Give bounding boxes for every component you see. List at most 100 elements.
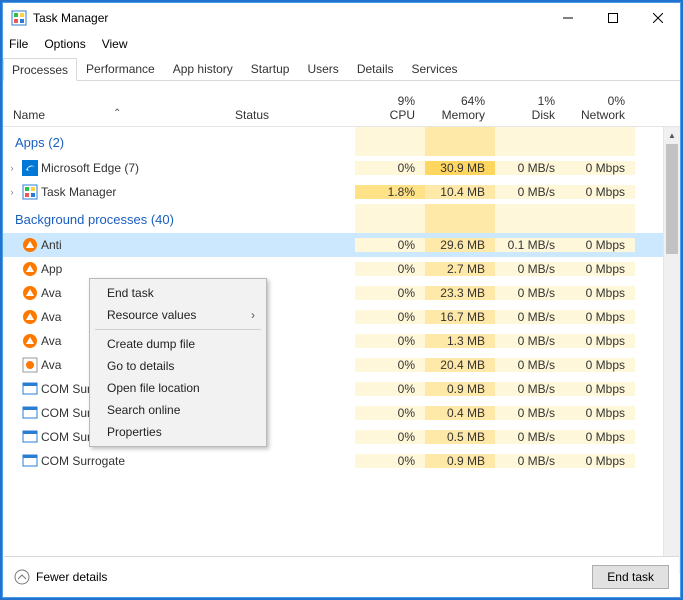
cell-disk: 0 MB/s: [495, 185, 565, 199]
ctx-end-task[interactable]: End task: [93, 282, 263, 304]
header-name[interactable]: ⌃ Name: [3, 108, 235, 122]
tab-services[interactable]: Services: [403, 57, 467, 80]
cell-disk: 0 MB/s: [495, 382, 565, 396]
minimize-button[interactable]: [545, 3, 590, 33]
process-name: App: [39, 262, 355, 276]
process-icon: [21, 285, 39, 301]
menu-file[interactable]: File: [9, 37, 28, 51]
chevron-up-circle-icon: [14, 569, 30, 585]
cell-memory: 16.7 MB: [425, 310, 495, 324]
cell-network: 0 Mbps: [565, 161, 635, 175]
cell-memory: 29.6 MB: [425, 238, 495, 252]
cell-memory: 30.9 MB: [425, 161, 495, 175]
cell-disk: 0 MB/s: [495, 430, 565, 444]
menubar: File Options View: [3, 33, 680, 55]
header-memory[interactable]: 64%Memory: [425, 94, 495, 122]
cell-disk: 0 MB/s: [495, 358, 565, 372]
cell-cpu: 0%: [355, 430, 425, 444]
cell-cpu: 0%: [355, 310, 425, 324]
table-row[interactable]: ›Microsoft Edge (7)0%30.9 MB0 MB/s0 Mbps: [3, 156, 663, 180]
process-icon: [21, 429, 39, 445]
ctx-resource-values[interactable]: Resource values: [93, 304, 263, 326]
cell-disk: 0.1 MB/s: [495, 238, 565, 252]
cell-memory: 1.3 MB: [425, 334, 495, 348]
sort-chevron-icon: ⌃: [113, 108, 121, 119]
cell-memory: 20.4 MB: [425, 358, 495, 372]
tabstrip: Processes Performance App history Startu…: [3, 57, 680, 81]
cell-cpu: 1.8%: [355, 185, 425, 199]
header-cpu[interactable]: 9%CPU: [355, 94, 425, 122]
tab-details[interactable]: Details: [348, 57, 403, 80]
maximize-button[interactable]: [590, 3, 635, 33]
cell-network: 0 Mbps: [565, 358, 635, 372]
process-icon: [21, 309, 39, 325]
cell-disk: 0 MB/s: [495, 406, 565, 420]
tab-startup[interactable]: Startup: [242, 57, 299, 80]
process-icon: [21, 333, 39, 349]
tab-apphistory[interactable]: App history: [164, 57, 242, 80]
cell-cpu: 0%: [355, 406, 425, 420]
scrollbar[interactable]: ▲ ▼: [663, 127, 680, 574]
cell-network: 0 Mbps: [565, 430, 635, 444]
table-row[interactable]: COM Surrogate0%0.9 MB0 MB/s0 Mbps: [3, 449, 663, 473]
process-name: Microsoft Edge (7): [39, 161, 355, 175]
cell-memory: 2.7 MB: [425, 262, 495, 276]
table-row[interactable]: Anti0%29.6 MB0.1 MB/s0 Mbps: [3, 233, 663, 257]
titlebar[interactable]: Task Manager: [3, 3, 680, 33]
process-icon: [21, 357, 39, 373]
header-status[interactable]: Status: [235, 108, 355, 122]
cell-memory: 0.9 MB: [425, 454, 495, 468]
ctx-create-dump[interactable]: Create dump file: [93, 333, 263, 355]
cell-network: 0 Mbps: [565, 185, 635, 199]
group-header: Apps (2): [3, 127, 355, 156]
tab-performance[interactable]: Performance: [77, 57, 164, 80]
scroll-thumb[interactable]: [666, 144, 678, 254]
expand-chevron-icon[interactable]: ›: [3, 187, 21, 197]
cell-disk: 0 MB/s: [495, 286, 565, 300]
ctx-search-online[interactable]: Search online: [93, 399, 263, 421]
cell-network: 0 Mbps: [565, 286, 635, 300]
ctx-properties[interactable]: Properties: [93, 421, 263, 443]
scroll-up-button[interactable]: ▲: [664, 127, 680, 144]
cell-disk: 0 MB/s: [495, 262, 565, 276]
tab-processes[interactable]: Processes: [3, 58, 77, 81]
cell-network: 0 Mbps: [565, 262, 635, 276]
cell-network: 0 Mbps: [565, 406, 635, 420]
process-icon: [21, 184, 39, 200]
cell-disk: 0 MB/s: [495, 334, 565, 348]
expand-chevron-icon[interactable]: ›: [3, 163, 21, 173]
window-title: Task Manager: [33, 11, 545, 25]
cell-disk: 0 MB/s: [495, 454, 565, 468]
process-name: Anti: [39, 238, 355, 252]
cell-network: 0 Mbps: [565, 382, 635, 396]
context-menu: End task Resource values Create dump fil…: [89, 278, 267, 447]
header-network[interactable]: 0%Network: [565, 94, 635, 122]
close-button[interactable]: [635, 3, 680, 33]
cell-disk: 0 MB/s: [495, 161, 565, 175]
ctx-separator: [95, 329, 261, 330]
process-icon: [21, 453, 39, 469]
ctx-open-file-location[interactable]: Open file location: [93, 377, 263, 399]
process-name: COM Surrogate: [39, 454, 355, 468]
process-icon: [21, 160, 39, 176]
scroll-track[interactable]: [664, 144, 680, 557]
cell-cpu: 0%: [355, 358, 425, 372]
table-row[interactable]: ›Task Manager1.8%10.4 MB0 MB/s0 Mbps: [3, 180, 663, 204]
tab-users[interactable]: Users: [298, 57, 347, 80]
end-task-button[interactable]: End task: [592, 565, 669, 589]
header-disk[interactable]: 1%Disk: [495, 94, 565, 122]
cell-network: 0 Mbps: [565, 454, 635, 468]
ctx-go-details[interactable]: Go to details: [93, 355, 263, 377]
cell-network: 0 Mbps: [565, 334, 635, 348]
cell-cpu: 0%: [355, 382, 425, 396]
cell-memory: 0.5 MB: [425, 430, 495, 444]
fewer-details-toggle[interactable]: Fewer details: [14, 569, 107, 585]
statusbar: Fewer details End task: [4, 556, 679, 596]
process-name: Task Manager: [39, 185, 355, 199]
menu-view[interactable]: View: [102, 37, 128, 51]
cell-cpu: 0%: [355, 454, 425, 468]
cell-cpu: 0%: [355, 286, 425, 300]
menu-options[interactable]: Options: [44, 37, 85, 51]
taskmanager-icon: [11, 10, 27, 26]
process-icon: [21, 405, 39, 421]
